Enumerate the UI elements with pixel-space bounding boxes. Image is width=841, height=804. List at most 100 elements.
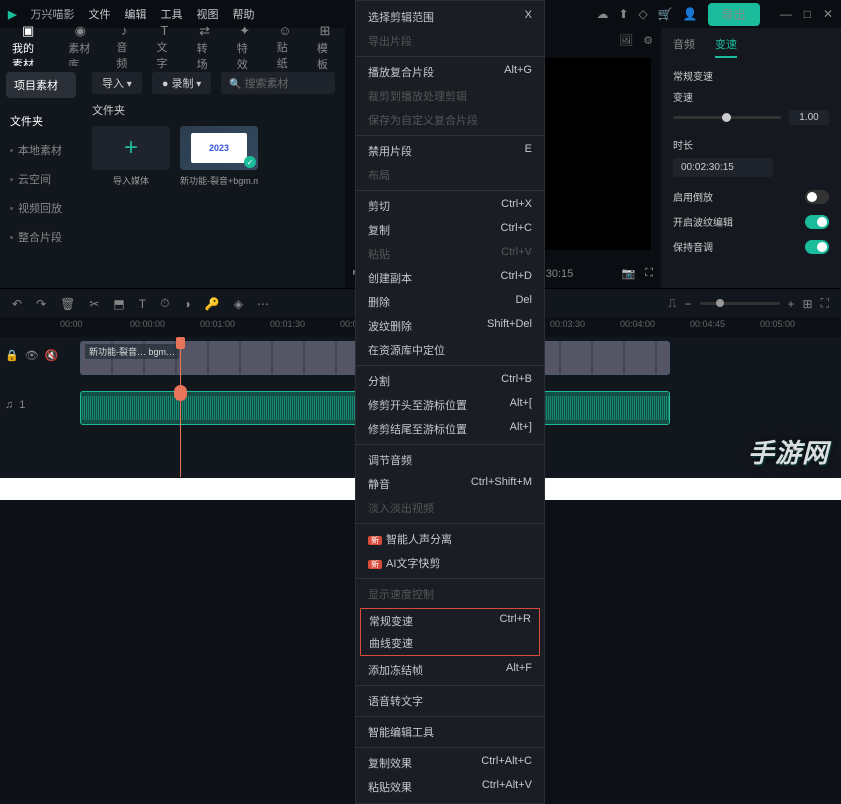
sidebar-cloud[interactable]: 云空间 bbox=[6, 166, 76, 192]
folder-label: 文件夹 bbox=[92, 102, 335, 118]
cm-trim-start[interactable]: 修剪开头至游标位置Alt+[ bbox=[356, 393, 544, 417]
cm-delete[interactable]: 删除Del bbox=[356, 290, 544, 314]
zoom-in-icon[interactable]: + bbox=[788, 297, 795, 311]
pitch-toggle[interactable] bbox=[805, 240, 829, 254]
speed-label: 变速 bbox=[673, 89, 829, 104]
duration-label: 时长 bbox=[673, 137, 829, 152]
cm-mute[interactable]: 静音Ctrl+Shift+M bbox=[356, 472, 544, 496]
cm-smart[interactable]: 智能编辑工具 bbox=[356, 720, 544, 744]
cm-ai-sub[interactable]: 新AI文字快剪 bbox=[356, 551, 544, 575]
cm-paste-fx[interactable]: 粘贴效果Ctrl+Alt+V bbox=[356, 775, 544, 799]
tl-text-icon[interactable]: T bbox=[139, 297, 146, 311]
transition-icon: ⇄ bbox=[199, 23, 210, 39]
record-button[interactable]: ● 录制 ▾ bbox=[152, 72, 212, 94]
tl-undo-icon[interactable]: ↶ bbox=[12, 297, 22, 311]
cm-find-source[interactable]: 在资源库中定位 bbox=[356, 338, 544, 362]
sidebar-playback[interactable]: 视频回放 bbox=[6, 195, 76, 221]
upload-icon[interactable]: ⬆ bbox=[618, 7, 628, 21]
fullscreen-icon[interactable]: ⛶ bbox=[645, 267, 653, 280]
tl-grid-icon[interactable]: ⊞ bbox=[803, 297, 813, 311]
reverse-toggle[interactable] bbox=[805, 190, 829, 204]
effects-icon: ✦ bbox=[239, 23, 250, 39]
export-button[interactable]: 导出 bbox=[708, 3, 760, 26]
playhead-handle[interactable] bbox=[174, 385, 187, 401]
cm-curve-speed[interactable]: 曲线变速 bbox=[361, 632, 539, 654]
audio-track-icon[interactable]: ♫ bbox=[5, 399, 13, 411]
cm-copy[interactable]: 复制Ctrl+C bbox=[356, 218, 544, 242]
bullet-icon bbox=[10, 236, 13, 239]
bullet-icon bbox=[10, 178, 13, 181]
sticker-icon: ☺ bbox=[278, 23, 291, 38]
library-icon: ◉ bbox=[75, 23, 86, 39]
project-media-button[interactable]: 项目素材 bbox=[6, 72, 76, 98]
cm-adjust: 裁剪到播放处理剪辑 bbox=[356, 84, 544, 108]
cm-paste: 粘贴Ctrl+V bbox=[356, 242, 544, 266]
user-icon[interactable]: 👤 bbox=[683, 7, 698, 21]
cm-stt[interactable]: 语音转文字 bbox=[356, 689, 544, 713]
sidebar-compound[interactable]: 整合片段 bbox=[6, 224, 76, 250]
cm-freeze[interactable]: 添加冻结帧Alt+F bbox=[356, 658, 544, 682]
media-icon: ▣ bbox=[22, 23, 34, 39]
cm-disable[interactable]: 禁用片段E bbox=[356, 139, 544, 163]
cm-normal-speed[interactable]: 常规变速Ctrl+R bbox=[361, 610, 539, 632]
cm-save-custom: 保存为自定义复合片段 bbox=[356, 108, 544, 132]
tl-mark-icon[interactable]: ◈ bbox=[234, 297, 243, 311]
zoom-out-icon[interactable]: − bbox=[685, 297, 692, 311]
cm-speed-ctrl: 显示速度控制 bbox=[356, 582, 544, 606]
tl-key-icon[interactable]: 🔑 bbox=[205, 297, 220, 311]
tl-color-icon[interactable]: ◑ bbox=[183, 297, 190, 311]
reverse-label: 启用倒放 bbox=[673, 189, 713, 204]
tl-split-icon[interactable]: ✂ bbox=[89, 297, 99, 311]
snapshot-icon[interactable]: 🖼 bbox=[619, 34, 633, 47]
playhead[interactable] bbox=[180, 337, 181, 477]
close-icon[interactable]: ✕ bbox=[823, 7, 833, 21]
bullet-icon bbox=[10, 149, 13, 152]
ripple-label: 开启波纹编辑 bbox=[673, 214, 733, 229]
cm-cut[interactable]: 剪切Ctrl+X bbox=[356, 194, 544, 218]
cm-ai-vocal[interactable]: 新智能人声分离 bbox=[356, 527, 544, 551]
context-menu: 选择剪辑范围X 导出片段 播放复合片段Alt+G 裁剪到播放处理剪辑 保存为自定… bbox=[355, 0, 545, 804]
camera-icon[interactable]: 📷 bbox=[622, 267, 636, 280]
tl-delete-icon[interactable]: 🗑 bbox=[60, 297, 75, 311]
cm-adj-audio[interactable]: 调节音频 bbox=[356, 448, 544, 472]
tl-redo-icon[interactable]: ↷ bbox=[36, 297, 46, 311]
sidebar-local[interactable]: 本地素材 bbox=[6, 137, 76, 163]
zoom-slider[interactable] bbox=[700, 302, 780, 305]
track-eye-icon[interactable]: 👁 bbox=[25, 349, 39, 362]
cart-icon[interactable]: 🛒 bbox=[658, 7, 673, 21]
speed-value[interactable]: 1.00 bbox=[789, 110, 829, 125]
duration-input[interactable]: 00:02:30:15 bbox=[673, 158, 773, 177]
cm-trim-end[interactable]: 修剪结尾至游标位置Alt+] bbox=[356, 417, 544, 441]
cm-insert: 布局 bbox=[356, 163, 544, 187]
check-icon: ✓ bbox=[244, 156, 256, 168]
track-mute-icon[interactable]: 🔇 bbox=[45, 349, 59, 362]
search-input[interactable]: 🔍 搜索素材 bbox=[221, 72, 335, 94]
sidebar-folder[interactable]: 文件夹 bbox=[6, 108, 76, 134]
maximize-icon[interactable]: □ bbox=[804, 7, 811, 21]
notify-icon[interactable]: ◇ bbox=[639, 7, 648, 21]
tl-fit-icon[interactable]: ⛶ bbox=[821, 296, 829, 311]
tl-more-icon[interactable]: ⋯ bbox=[257, 297, 269, 311]
tl-mixer-icon[interactable]: ⎍ bbox=[668, 296, 676, 311]
tl-speed-icon[interactable]: ⏱ bbox=[160, 296, 169, 311]
track-lock-icon[interactable]: 🔒 bbox=[5, 349, 19, 362]
plus-icon: + bbox=[124, 134, 138, 162]
speed-slider[interactable] bbox=[673, 116, 781, 119]
ripple-toggle[interactable] bbox=[805, 215, 829, 229]
cm-select-range[interactable]: 选择剪辑范围X bbox=[356, 5, 544, 29]
cm-copy-fx[interactable]: 复制效果Ctrl+Alt+C bbox=[356, 751, 544, 775]
cm-split[interactable]: 分割Ctrl+B bbox=[356, 369, 544, 393]
right-tab-audio[interactable]: 音频 bbox=[673, 36, 695, 58]
tl-crop-icon[interactable]: ⬒ bbox=[113, 297, 124, 311]
import-button[interactable]: 导入 ▾ bbox=[92, 72, 142, 94]
cloud-icon[interactable]: ☁ bbox=[596, 7, 608, 21]
cm-play-compound[interactable]: 播放复合片段Alt+G bbox=[356, 60, 544, 84]
minimize-icon[interactable]: — bbox=[780, 7, 792, 21]
media-clip-tile[interactable]: 2023✓ 新功能-裂音+bgm.mp4 bbox=[180, 126, 258, 186]
cm-ripple-delete[interactable]: 波纹删除Shift+Del bbox=[356, 314, 544, 338]
cm-export-clip: 导出片段 bbox=[356, 29, 544, 53]
import-media-tile[interactable]: + 导入媒体 bbox=[92, 126, 170, 186]
settings-icon[interactable]: ⚙ bbox=[643, 34, 653, 47]
cm-dup[interactable]: 创建副本Ctrl+D bbox=[356, 266, 544, 290]
right-tab-speed[interactable]: 变速 bbox=[715, 36, 737, 58]
